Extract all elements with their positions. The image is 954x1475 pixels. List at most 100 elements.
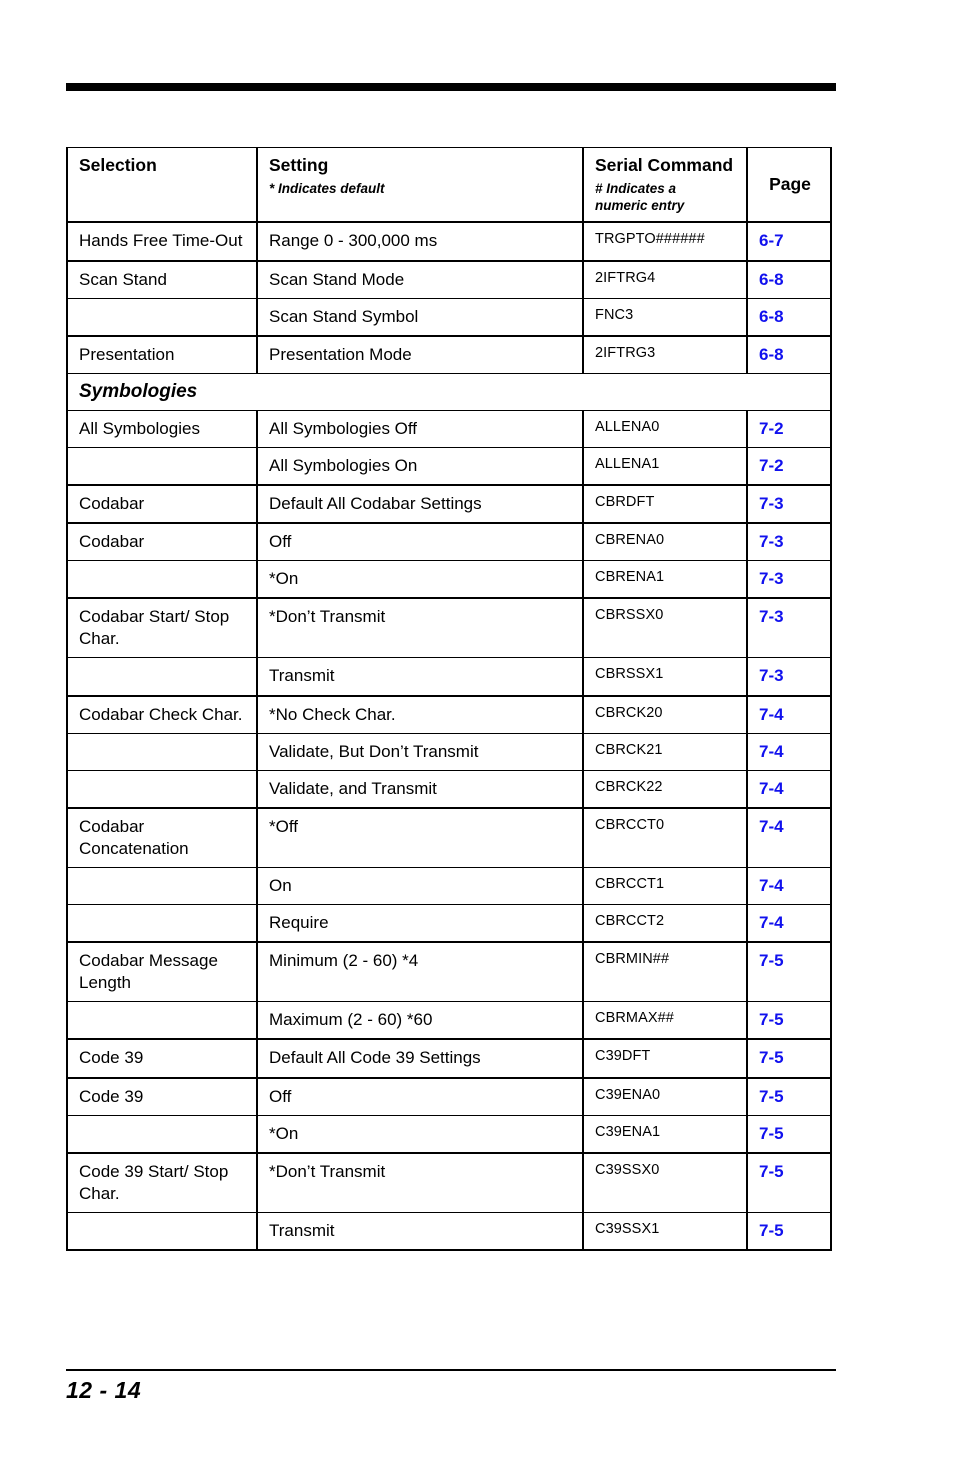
- cell-selection: Scan Stand: [66, 259, 258, 299]
- table-row: Scan Stand Symbol FNC3 6-8: [66, 297, 832, 337]
- column-header-serial-command-label: Serial Command: [595, 155, 734, 175]
- cell-serial-command: CBRCK22: [582, 769, 748, 809]
- cell-serial-command: CBRCCT1: [582, 866, 748, 906]
- table-row: Transmit C39SSX1 7-5: [66, 1211, 832, 1252]
- column-header-serial-command: Serial Command # Indicates a numeric ent…: [582, 147, 748, 223]
- cell-selection: Code 39: [66, 1076, 258, 1116]
- cell-selection: [66, 446, 258, 486]
- cell-setting: Transmit: [256, 1211, 584, 1252]
- cell-serial-command: CBRENA1: [582, 560, 748, 599]
- page-top-rule: [66, 83, 836, 91]
- cell-page-link[interactable]: 7-3: [746, 597, 832, 659]
- cell-page-link[interactable]: 7-5: [746, 1038, 832, 1079]
- cell-serial-command: C39SSX1: [582, 1211, 748, 1252]
- cell-selection: Codabar: [66, 483, 258, 524]
- cell-page-link[interactable]: 6-8: [746, 297, 832, 337]
- cell-setting: *Don’t Transmit: [256, 597, 584, 659]
- table-row: On CBRCCT1 7-4: [66, 866, 832, 906]
- cell-setting: Scan Stand Symbol: [256, 297, 584, 337]
- cell-selection: [66, 1211, 258, 1252]
- cell-setting: All Symbologies Off: [256, 409, 584, 448]
- cell-setting: Validate, and Transmit: [256, 769, 584, 809]
- cell-page-link[interactable]: 7-5: [746, 1076, 832, 1116]
- table-row: Code 39 Start/ Stop Char. *Don’t Transmit…: [66, 1151, 832, 1213]
- cell-selection: [66, 1001, 258, 1040]
- cell-page-link[interactable]: 7-4: [746, 806, 832, 868]
- table-row: Scan Stand Scan Stand Mode 2IFTRG4 6-8: [66, 259, 832, 299]
- cell-selection: Presentation: [66, 334, 258, 374]
- cell-setting: Validate, But Don’t Transmit: [256, 732, 584, 771]
- cell-selection: [66, 866, 258, 906]
- cell-page-link[interactable]: 7-3: [746, 522, 832, 562]
- table-row: Transmit CBRSSX1 7-3: [66, 657, 832, 697]
- cell-serial-command: 2IFTRG3: [582, 334, 748, 374]
- cell-page-link[interactable]: 7-5: [746, 1114, 832, 1154]
- cell-page-link[interactable]: 7-5: [746, 1001, 832, 1040]
- cell-setting: *Don’t Transmit: [256, 1151, 584, 1213]
- cell-serial-command: 2IFTRG4: [582, 259, 748, 299]
- cell-setting: Default All Codabar Settings: [256, 483, 584, 524]
- cell-page-link[interactable]: 7-4: [746, 866, 832, 906]
- table-section-row: Symbologies: [66, 372, 832, 411]
- cell-page-link[interactable]: 7-2: [746, 409, 832, 448]
- cell-serial-command: C39SSX0: [582, 1151, 748, 1213]
- cell-selection: Codabar Check Char.: [66, 694, 258, 734]
- cell-serial-command: CBRCK20: [582, 694, 748, 734]
- column-header-page-label: Page: [769, 173, 811, 194]
- cell-serial-command: CBRCCT2: [582, 904, 748, 943]
- cell-selection: Codabar: [66, 522, 258, 562]
- cell-serial-command: CBRSSX1: [582, 657, 748, 697]
- cell-setting: *On: [256, 1114, 584, 1154]
- cell-setting: Require: [256, 904, 584, 943]
- cell-page-link[interactable]: 6-7: [746, 221, 832, 262]
- cell-setting: Maximum (2 - 60) *60: [256, 1001, 584, 1040]
- settings-table: Selection Setting * Indicates default Se…: [66, 147, 832, 1252]
- cell-page-link[interactable]: 7-4: [746, 769, 832, 809]
- cell-setting: All Symbologies On: [256, 446, 584, 486]
- table-row: Code 39 Default All Code 39 Settings C39DF…: [66, 1038, 832, 1079]
- settings-table-body: Hands Free Time-Out Range 0 - 300,000 ms T…: [66, 221, 832, 1252]
- cell-selection: [66, 769, 258, 809]
- table-row: All Symbologies On ALLENA1 7-2: [66, 446, 832, 486]
- cell-page-link[interactable]: 7-4: [746, 904, 832, 943]
- cell-serial-command: C39DFT: [582, 1038, 748, 1079]
- cell-serial-command: ALLENA0: [582, 409, 748, 448]
- cell-page-link[interactable]: 7-2: [746, 446, 832, 486]
- cell-serial-command: CBRMAX##: [582, 1001, 748, 1040]
- cell-setting: Presentation Mode: [256, 334, 584, 374]
- cell-serial-command: CBRMIN##: [582, 941, 748, 1003]
- column-header-serial-command-note: # Indicates a numeric entry: [595, 180, 685, 214]
- cell-setting: Off: [256, 522, 584, 562]
- cell-serial-command: CBRCK21: [582, 732, 748, 771]
- cell-page-link[interactable]: 6-8: [746, 259, 832, 299]
- cell-selection: Hands Free Time-Out: [66, 221, 258, 262]
- column-header-selection-label: Selection: [79, 155, 157, 175]
- table-row: Validate, But Don’t Transmit CBRCK21 7-4: [66, 732, 832, 771]
- cell-page-link[interactable]: 7-4: [746, 732, 832, 771]
- table-row: Code 39 Off C39ENA0 7-5: [66, 1076, 832, 1116]
- table-row: All Symbologies All Symbologies Off ALLENA…: [66, 409, 832, 448]
- cell-selection: [66, 560, 258, 599]
- table-header-row: Selection Setting * Indicates default Se…: [66, 147, 832, 223]
- cell-page-link[interactable]: 7-3: [746, 560, 832, 599]
- cell-setting: *Off: [256, 806, 584, 868]
- cell-serial-command: C39ENA0: [582, 1076, 748, 1116]
- cell-page-link[interactable]: 7-4: [746, 694, 832, 734]
- cell-page-link[interactable]: 6-8: [746, 334, 832, 374]
- cell-setting: On: [256, 866, 584, 906]
- column-header-setting-label: Setting: [269, 155, 329, 175]
- column-header-page: Page: [746, 147, 832, 223]
- cell-serial-command: CBRSSX0: [582, 597, 748, 659]
- column-header-selection: Selection: [66, 147, 258, 223]
- table-row: Maximum (2 - 60) *60 CBRMAX## 7-5: [66, 1001, 832, 1040]
- table-row: Require CBRCCT2 7-4: [66, 904, 832, 943]
- cell-setting: Off: [256, 1076, 584, 1116]
- cell-page-link[interactable]: 7-3: [746, 657, 832, 697]
- cell-serial-command: ALLENA1: [582, 446, 748, 486]
- cell-page-link[interactable]: 7-5: [746, 1151, 832, 1213]
- table-row: *On C39ENA1 7-5: [66, 1114, 832, 1154]
- cell-page-link[interactable]: 7-3: [746, 483, 832, 524]
- cell-page-link[interactable]: 7-5: [746, 941, 832, 1003]
- cell-page-link[interactable]: 7-5: [746, 1211, 832, 1252]
- cell-serial-command: CBRCCT0: [582, 806, 748, 868]
